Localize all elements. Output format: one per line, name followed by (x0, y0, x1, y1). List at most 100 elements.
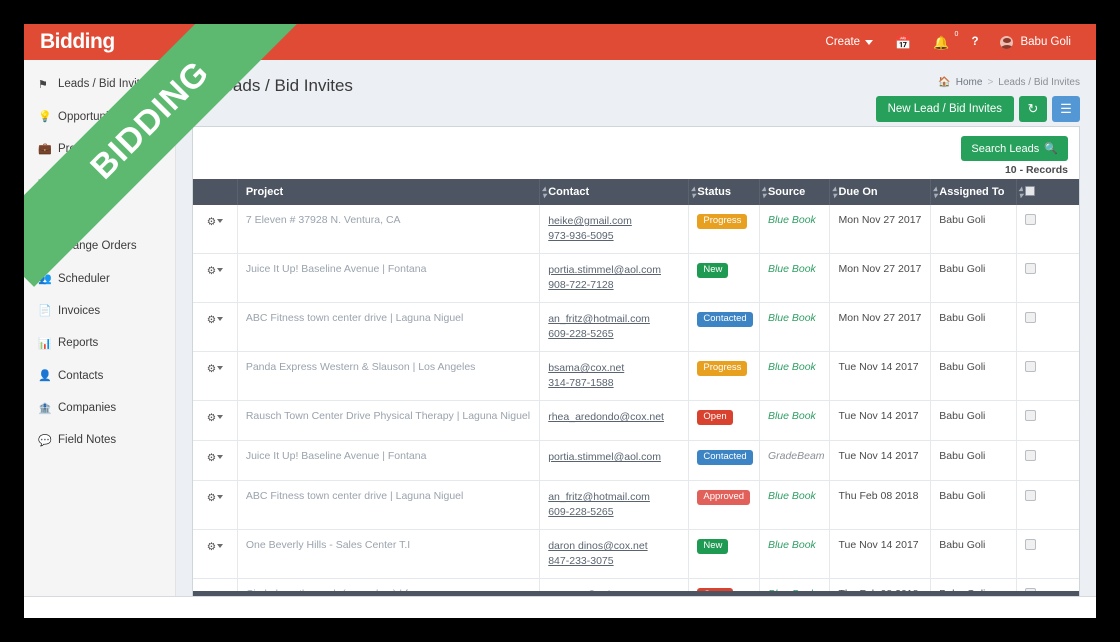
refresh-icon[interactable]: ↻ (1019, 96, 1047, 122)
row-project-link[interactable]: ABC Fitness town center drive | Laguna N… (246, 312, 464, 324)
row-checkbox[interactable] (1024, 361, 1036, 372)
sidebar-item-label: Leads / Bid Invites (58, 78, 152, 91)
comment-icon: 💬 (38, 434, 52, 447)
new-lead-button[interactable]: New Lead / Bid Invites (875, 96, 1014, 122)
column-header-source[interactable]: ▴ ▾ Source (759, 179, 831, 205)
row-project-link[interactable]: ABC Fitness town center drive | Laguna N… (246, 490, 464, 502)
sidebar-item-change-orders[interactable]: 📁 Change Orders (24, 230, 175, 262)
column-header-project[interactable]: Project (237, 179, 541, 205)
chevron-down-icon (217, 268, 224, 272)
row-project-link[interactable]: 7 Eleven # 37928 N. Ventura, CA (246, 214, 401, 226)
row-email-link[interactable]: portia.stimmel@aol.com (548, 263, 680, 278)
create-menu-button[interactable]: Create (815, 24, 885, 60)
breadcrumb-home-link[interactable]: Home (956, 77, 983, 88)
gear-icon[interactable]: ⚙ (207, 314, 216, 326)
table-row: ⚙ One Beverly Hills - Sales Center T.I dar… (193, 529, 1079, 579)
sidebar-item-leads[interactable]: ⚑ Leads / Bid Invites (24, 68, 175, 100)
sidebar-item-reports[interactable]: 📊 Reports (24, 327, 175, 359)
sidebar-item-label: Reports (58, 337, 99, 350)
row-email-link[interactable]: an_fritz@hotmail.com (548, 490, 680, 505)
sidebar-item-projects[interactable]: 💼 Projects (24, 133, 175, 165)
sidebar-item-label: Contacts (58, 369, 104, 382)
row-checkbox[interactable] (1024, 490, 1036, 501)
column-header-status[interactable]: ▴ ▾ Status (688, 179, 760, 205)
row-checkbox[interactable] (1024, 214, 1036, 225)
row-due-cell: Tue Nov 14 2017 (829, 440, 932, 481)
sort-icon[interactable]: ▴ ▾ (688, 185, 698, 200)
row-contact-cell: an_fritz@hotmail.com 609-228-5265 (539, 302, 690, 352)
gear-icon[interactable]: ⚙ (207, 492, 216, 504)
row-checkbox[interactable] (1024, 410, 1036, 421)
row-email-link[interactable]: an_fritz@hotmail.com (548, 312, 680, 327)
lightbulb-icon: 💡 (38, 111, 52, 124)
search-leads-button[interactable]: Search Leads 🔍 (961, 136, 1068, 161)
avatar (1000, 35, 1014, 49)
sidebar-item-field-notes[interactable]: 💬 Field Notes (24, 424, 175, 456)
column-header-assigned-to[interactable]: ▴ ▾ Assigned To (930, 179, 1017, 205)
row-email-link[interactable]: bsama@cox.net (548, 361, 680, 376)
gear-icon[interactable]: ⚙ (207, 412, 216, 424)
gear-icon[interactable]: ⚙ (207, 265, 216, 277)
row-status-cell: Contacted (688, 302, 760, 352)
notifications-button[interactable]: 🔔 0 (922, 24, 960, 60)
sort-icon[interactable]: ▴ ▾ (829, 185, 839, 200)
gear-icon[interactable]: ⚙ (207, 216, 216, 228)
gear-icon[interactable]: ⚙ (207, 452, 216, 464)
row-checkbox[interactable] (1024, 263, 1036, 274)
row-email-link[interactable]: daron dinos@cox.net (548, 539, 680, 554)
sort-icon[interactable]: ▴ ▾ (539, 185, 549, 200)
row-email-link[interactable]: portia.stimmel@aol.com (548, 450, 680, 465)
row-project-cell: Rausch Town Center Drive Physical Therap… (237, 400, 541, 441)
row-checkbox[interactable] (1024, 450, 1036, 461)
column-header-contact[interactable]: ▴ ▾ Contact (539, 179, 690, 205)
row-checkbox[interactable] (1024, 539, 1036, 550)
row-phone-link[interactable]: 973-936-5095 (548, 229, 680, 244)
row-source-cell: Blue Book (759, 529, 831, 579)
sidebar-item-contacts[interactable]: 👤 Contacts (24, 360, 175, 392)
calendar-button[interactable]: 📅 (884, 24, 922, 60)
help-button[interactable]: ? (960, 24, 989, 60)
sidebar-item-scheduler[interactable]: 👥 Scheduler (24, 262, 175, 294)
sidebar-item-submittals[interactable]: ⇄ Submittals (24, 165, 175, 197)
status-badge: Approved (697, 490, 751, 505)
row-project-link[interactable]: One Beverly Hills - Sales Center T.I (246, 539, 410, 551)
row-status-cell: Open (688, 400, 760, 441)
row-project-link[interactable]: Juice It Up! Baseline Avenue | Fontana (246, 263, 427, 275)
row-project-link[interactable]: Rausch Town Center Drive Physical Therap… (246, 410, 530, 422)
row-due-label: Thu Feb 08 2018 (838, 490, 919, 502)
row-phone-link[interactable]: 609-228-5265 (548, 505, 680, 520)
row-phone-link[interactable]: 908-722-7128 (548, 278, 680, 293)
sort-icon[interactable]: ▴ ▾ (759, 185, 769, 200)
row-phone-link[interactable]: 847-233-3075 (548, 554, 680, 569)
row-assigned-cell: Babu Goli (930, 440, 1017, 481)
row-due-cell: Mon Nov 27 2017 (829, 302, 932, 352)
row-phone-link[interactable]: 609-228-5265 (548, 327, 680, 342)
hamburger-icon[interactable] (176, 24, 216, 60)
row-phone-link[interactable]: 314-787-1588 (548, 376, 680, 391)
navbar-right-group: Create 📅 🔔 0 ? Babu Goli (815, 24, 1096, 60)
row-due-label: Tue Nov 14 2017 (838, 450, 919, 462)
app-logo[interactable]: Bidding (24, 24, 176, 60)
row-project-link[interactable]: Panda Express Western & Slauson | Los An… (246, 361, 476, 373)
sidebar-item-opportunities[interactable]: 💡 Opportunities (24, 100, 175, 132)
row-checkbox[interactable] (1024, 312, 1036, 323)
exchange-icon: ⇄ (38, 175, 48, 188)
select-all-checkbox[interactable] (1024, 185, 1035, 196)
sidebar-item-invoices[interactable]: 📄 Invoices (24, 295, 175, 327)
row-assigned-label: Babu Goli (939, 361, 986, 373)
gear-icon[interactable]: ⚙ (207, 541, 216, 553)
gear-icon[interactable]: ⚙ (207, 363, 216, 375)
row-actions-cell: ⚙ (193, 253, 238, 303)
row-due-label: Mon Nov 27 2017 (838, 312, 922, 324)
sort-icon[interactable]: ▴ ▾ (1016, 185, 1026, 200)
sidebar-item-rfis[interactable]: i RFIs (24, 198, 175, 230)
row-assigned-label: Babu Goli (939, 263, 986, 275)
row-email-link[interactable]: heike@gmail.com (548, 214, 680, 229)
list-icon[interactable]: ☰ (1052, 96, 1080, 122)
user-menu-button[interactable]: Babu Goli (989, 24, 1082, 60)
row-email-link[interactable]: rhea_aredondo@cox.net (548, 410, 680, 425)
column-header-due-on[interactable]: ▴ ▾ Due On (829, 179, 932, 205)
row-project-link[interactable]: Juice It Up! Baseline Avenue | Fontana (246, 450, 427, 462)
sidebar-item-companies[interactable]: 🏦 Companies (24, 392, 175, 424)
sort-icon[interactable]: ▴ ▾ (930, 185, 940, 200)
